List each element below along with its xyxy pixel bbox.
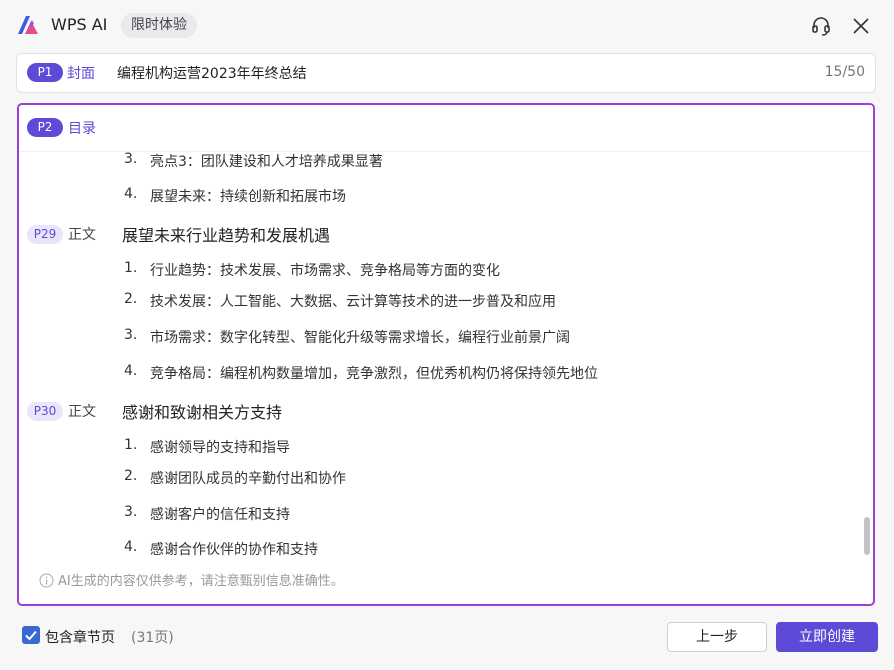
sticky-section-header: P2 目录	[19, 105, 873, 152]
app-title: WPS AI	[51, 15, 108, 34]
item-text: 感谢团队成员的辛勤付出和协作	[150, 471, 346, 487]
page-badge-p29: P29	[27, 225, 63, 244]
wps-ai-logo-icon	[18, 16, 38, 34]
previous-step-button[interactable]: 上一步	[667, 622, 767, 652]
ai-disclaimer: AI生成的内容仅供参考，请注意甄别信息准确性。	[39, 570, 344, 589]
disclaimer-text: AI生成的内容仅供参考，请注意甄别信息准确性。	[58, 574, 344, 589]
section-type-label: 正文	[68, 404, 96, 420]
outline-editor[interactable]: P2 目录 3. 亮点3：团队建设和人才培养成果显著 4. 展望未来：持续创新和…	[17, 103, 875, 606]
item-number: 4.	[124, 363, 138, 379]
close-icon[interactable]	[850, 15, 872, 37]
trial-badge: 限时体验	[121, 13, 197, 38]
item-text: 技术发展：人工智能、大数据、云计算等技术的进一步普及和应用	[150, 294, 556, 310]
page-count: (31页)	[131, 630, 174, 646]
headset-icon[interactable]	[810, 15, 832, 37]
char-counter: 15/50	[824, 64, 865, 80]
item-text: 市场需求：数字化转型、智能化升级等需求增长，编程行业前景广阔	[150, 330, 570, 346]
info-icon	[39, 573, 54, 588]
item-number: 2.	[124, 468, 138, 484]
section-type-label: 正文	[68, 227, 96, 243]
page-badge-p2: P2	[27, 118, 63, 137]
page-badge-p1: P1	[27, 63, 63, 82]
item-text: 感谢合作伙伴的协作和支持	[150, 542, 318, 558]
section-title[interactable]: 展望未来行业趋势和发展机遇	[122, 222, 330, 246]
item-number: 3.	[124, 151, 138, 167]
page-badge-p30: P30	[27, 402, 63, 421]
item-number: 4.	[124, 186, 138, 202]
item-number: 3.	[124, 504, 138, 520]
include-chapters-checkbox[interactable]	[22, 626, 40, 644]
item-number: 2.	[124, 291, 138, 307]
cover-type-label: 封面	[67, 66, 95, 82]
cover-row: P1 封面 15/50	[16, 53, 876, 93]
cover-title-input[interactable]	[115, 60, 699, 86]
item-number: 1.	[124, 260, 138, 276]
item-number: 4.	[124, 539, 138, 555]
section-title[interactable]: 感谢和致谢相关方支持	[122, 399, 282, 423]
item-number: 3.	[124, 327, 138, 343]
title-bar: WPS AI 限时体验	[0, 0, 894, 52]
item-text: 感谢客户的信任和支持	[150, 507, 290, 523]
include-chapters-label[interactable]: 包含章节页	[45, 627, 115, 647]
create-now-button[interactable]: 立即创建	[776, 622, 878, 652]
checkmark-icon	[25, 630, 37, 641]
item-number: 1.	[124, 437, 138, 453]
scrollbar-thumb[interactable]	[864, 517, 870, 555]
section-type-label: 目录	[68, 121, 96, 137]
item-text: 感谢领导的支持和指导	[150, 440, 290, 456]
item-text: 亮点3：团队建设和人才培养成果显著	[150, 154, 383, 170]
item-text: 竞争格局：编程机构数量增加，竞争激烈，但优秀机构仍将保持领先地位	[150, 366, 598, 382]
item-text: 行业趋势：技术发展、市场需求、竞争格局等方面的变化	[150, 263, 500, 279]
item-text: 展望未来：持续创新和拓展市场	[150, 189, 346, 205]
